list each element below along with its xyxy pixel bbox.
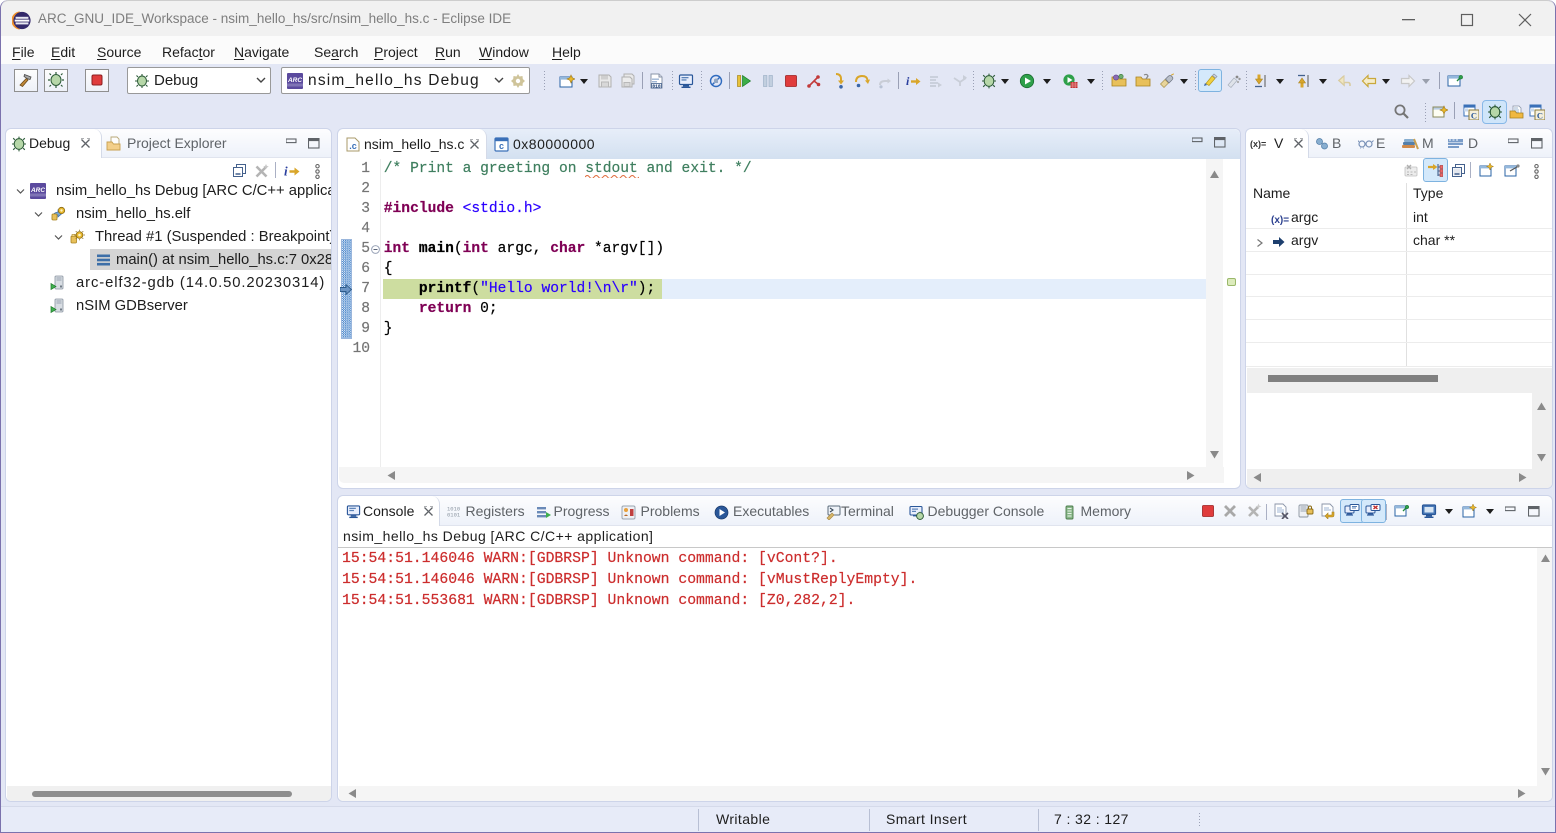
svg-text:010: 010 [652,83,661,89]
svg-text:C: C [1537,111,1543,121]
svg-text:.c: .c [349,141,357,151]
svg-text:ARC: ARC [287,77,302,84]
svg-text:C: C [1471,111,1477,121]
svg-text:c: c [499,141,504,151]
svg-text:(x)=: (x)= [1250,139,1266,149]
svg-text:(x)=: (x)= [1271,215,1289,225]
svg-text:0101: 0101 [447,512,461,519]
svg-text:i: i [284,164,288,179]
svg-text:ARC: ARC [30,187,45,194]
svg-text:i: i [906,74,910,88]
